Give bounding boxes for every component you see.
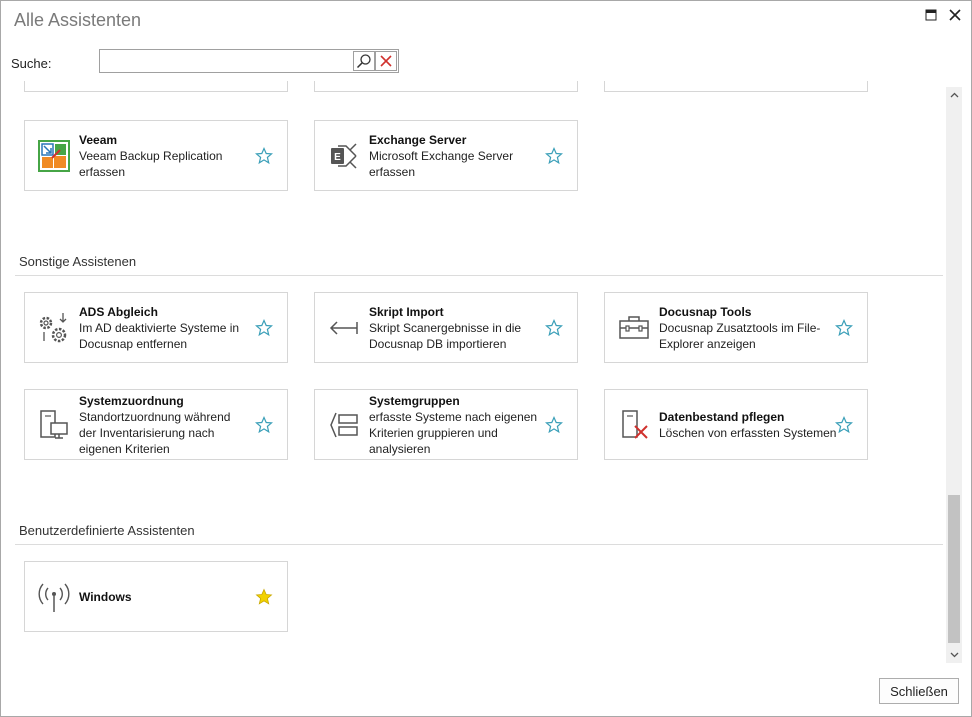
maximize-icon[interactable]	[923, 7, 939, 23]
card-title: Windows	[79, 590, 132, 604]
favorite-star-icon[interactable]	[835, 416, 853, 434]
clear-icon[interactable]	[375, 51, 397, 71]
exchange-icon: E	[327, 139, 361, 173]
assistant-card-docusnap-tools[interactable]: Docusnap Tools Docusnap Zusatztools im F…	[604, 292, 868, 363]
section-title: Benutzerdefinierte Assistenten	[19, 523, 195, 538]
assistant-card-veeam[interactable]: Veeam Veeam Backup Replication erfassen	[24, 120, 288, 191]
close-icon[interactable]	[947, 7, 963, 23]
scrollbar-thumb[interactable]	[948, 495, 960, 643]
card-description: Löschen von erfassten Systemen	[659, 426, 837, 440]
device-delete-icon	[617, 408, 651, 442]
search-icon[interactable]	[353, 51, 375, 71]
assistant-card-systemzuordnung[interactable]: Systemzuordnung Standortzuordnung währen…	[24, 389, 288, 460]
system-group-icon	[327, 408, 361, 442]
card-title: Datenbestand pflegen	[659, 410, 785, 424]
card-title: Veeam	[79, 133, 118, 147]
favorite-star-icon[interactable]	[255, 416, 273, 434]
svg-text:E: E	[334, 152, 341, 163]
scroll-up-icon[interactable]	[946, 88, 962, 102]
dialog-window: Alle Assistenten Suche: Veeam Veeam Back…	[0, 0, 972, 717]
section-divider	[15, 275, 943, 276]
antenna-icon	[37, 580, 71, 614]
assistant-card-skript-import[interactable]: Skript Import Skript Scanergebnisse in d…	[314, 292, 578, 363]
card-title: Systemgruppen	[369, 394, 460, 408]
card-title: Systemzuordnung	[79, 394, 184, 408]
favorite-star-icon[interactable]	[545, 147, 563, 165]
card-description: Microsoft Exchange Server erfassen	[369, 149, 514, 179]
favorite-star-filled-icon[interactable]	[255, 588, 273, 606]
card-description: Skript Scanergebnisse in die Docusnap DB…	[369, 321, 522, 351]
favorite-star-icon[interactable]	[255, 147, 273, 165]
card-title: Docusnap Tools	[659, 305, 752, 319]
scroll-down-icon[interactable]	[946, 648, 962, 662]
favorite-star-icon[interactable]	[545, 416, 563, 434]
system-assign-icon	[37, 408, 71, 442]
card-description: Docusnap Zusatztools im File-Explorer an…	[659, 321, 821, 351]
veeam-logo	[37, 139, 71, 173]
gears-sync-icon	[37, 311, 71, 345]
card-partial[interactable]	[314, 81, 578, 92]
card-partial[interactable]	[604, 81, 868, 92]
vertical-scrollbar[interactable]	[946, 87, 962, 663]
card-description: erfasste Systeme nach eigenen Kriterien …	[369, 410, 538, 456]
assistant-list: Veeam Veeam Backup Replication erfassen …	[1, 81, 945, 666]
card-title: Exchange Server	[369, 133, 467, 147]
favorite-star-icon[interactable]	[835, 319, 853, 337]
favorite-star-icon[interactable]	[255, 319, 273, 337]
card-partial[interactable]	[24, 81, 288, 92]
search-input[interactable]	[102, 52, 350, 70]
assistant-card-exchange-server[interactable]: E Exchange Server Microsoft Exchange Ser…	[314, 120, 578, 191]
favorite-star-icon[interactable]	[545, 319, 563, 337]
section-divider	[15, 544, 943, 545]
card-description: Im AD deaktivierte Systeme in Docusnap e…	[79, 321, 240, 351]
search-field	[99, 49, 399, 73]
close-button[interactable]: Schließen	[879, 678, 959, 704]
toolbox-icon	[617, 311, 651, 345]
assistant-card-windows[interactable]: Windows	[24, 561, 288, 632]
card-title: ADS Abgleich	[79, 305, 158, 319]
window-title: Alle Assistenten	[14, 10, 142, 30]
assistant-card-systemgruppen[interactable]: Systemgruppen erfasste Systeme nach eige…	[314, 389, 578, 460]
assistant-card-ads-abgleich[interactable]: ADS Abgleich Im AD deaktivierte Systeme …	[24, 292, 288, 363]
assistant-card-datenbestand-pflegen[interactable]: Datenbestand pflegen Löschen von erfasst…	[604, 389, 868, 460]
section-title: Sonstige Assistenen	[19, 254, 137, 269]
search-label: Suche:	[11, 56, 52, 71]
arrow-left-import-icon	[327, 311, 361, 345]
card-description: Standortzuordnung während der Inventaris…	[79, 410, 231, 456]
card-description: Veeam Backup Replication erfassen	[79, 149, 223, 179]
card-title: Skript Import	[369, 305, 444, 319]
